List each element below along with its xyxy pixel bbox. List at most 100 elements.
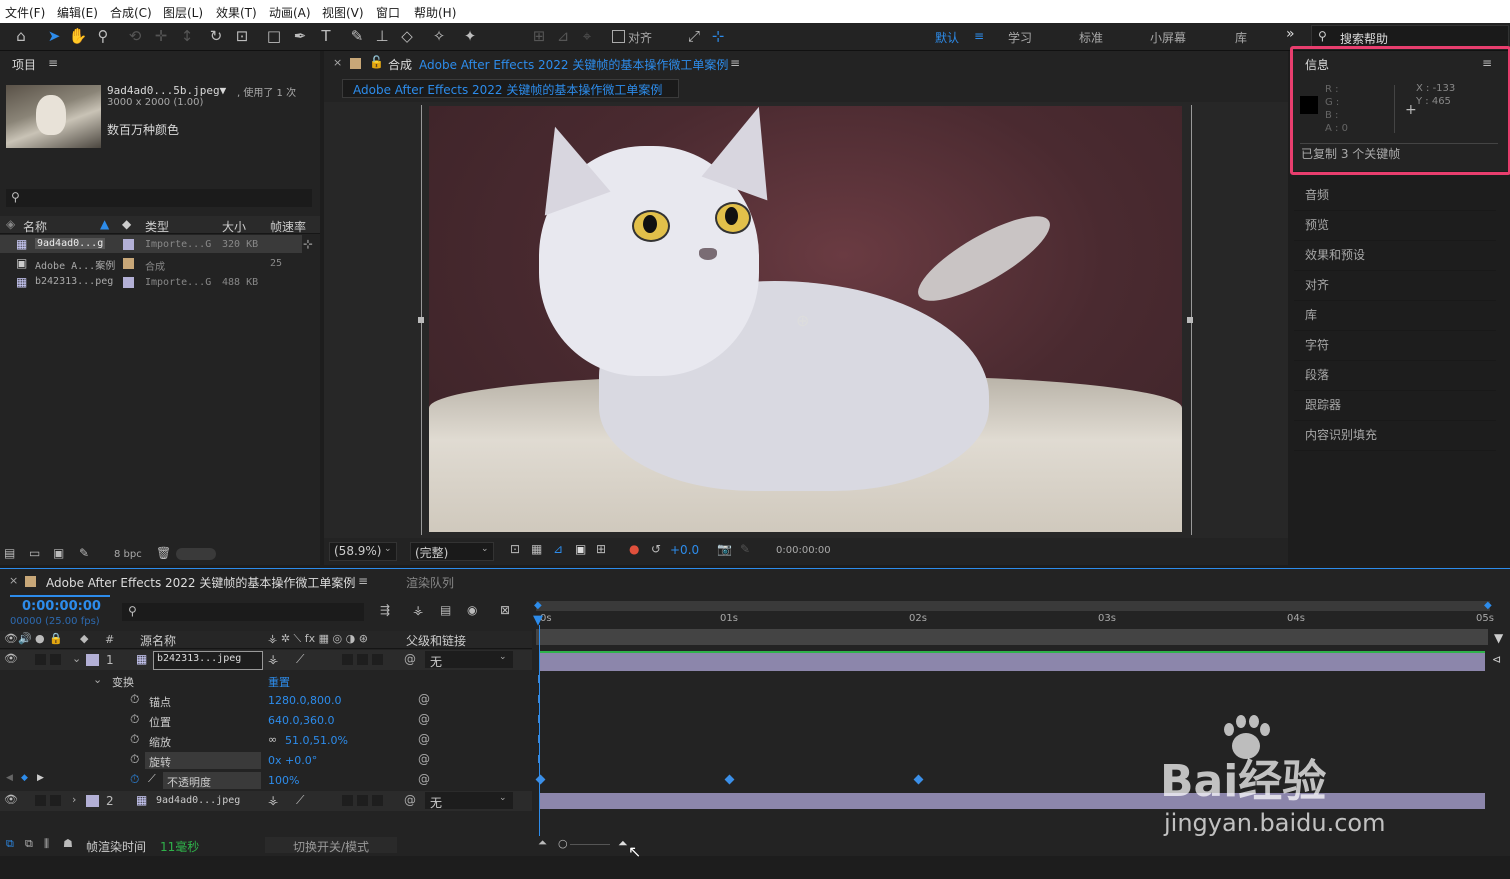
menu-file[interactable]: 文件(F) [5,4,45,21]
opacity-keyframe-2s[interactable] [913,774,924,785]
snapshot-icon[interactable]: 📷 [717,542,732,556]
comp-breadcrumb[interactable]: Adobe After Effects 2022 关键帧的基本操作微工单案例 [342,79,679,98]
prop-row-anchor[interactable]: ⏱ 锚点 1280.0,800.0 @ [0,691,532,711]
quality-switch-icon[interactable]: ⟋ [296,793,304,808]
menu-edit[interactable]: 编辑(E) [57,4,98,21]
project-file-name[interactable]: 9ad4ad0...5b.jpeg▼ [107,84,226,97]
shy-switch-icon[interactable]: ⚶ [268,652,278,666]
reset-exposure-icon[interactable]: ↺ [651,542,661,556]
clone-stamp-icon[interactable]: ⊥ [371,26,393,46]
parent-dropdown[interactable]: 无 ⌄ [425,792,513,810]
transparency-grid-icon[interactable]: ▦ [531,542,542,556]
work-area-end-handle[interactable]: ◆ [1484,600,1492,611]
render-time-icon[interactable]: ☗ [63,837,73,850]
panel-effects-presets[interactable]: 效果和预设 [1294,241,1496,271]
project-search-input[interactable]: ⚲ [6,189,312,207]
quality-switch-icon[interactable]: ⟋ [296,652,304,667]
type-tool-icon[interactable]: T [315,26,337,46]
anchor-point-icon[interactable]: ⊕ [796,311,809,330]
layer-1-duration-bar[interactable] [540,651,1485,671]
label-swatch[interactable] [123,277,134,288]
timeline-timecode[interactable]: 0:00:00:00 [22,599,101,614]
zoom-slider-track[interactable] [570,844,610,845]
selection-tool-icon[interactable]: ➤ [43,26,65,46]
frame-handle-right[interactable] [1187,317,1193,323]
switch-box[interactable] [342,795,353,806]
dolly-camera-icon[interactable]: ↕ [176,26,198,46]
home-icon[interactable]: ⌂ [10,26,32,46]
interpret-footage-icon[interactable]: ▤ [4,546,15,560]
prev-keyframe-icon[interactable]: ◀ [6,773,13,783]
timeline-tab-name[interactable]: Adobe After Effects 2022 关键帧的基本操作微工单案例 [46,574,355,591]
pickwhip-icon[interactable]: @ [404,793,416,807]
delete-icon[interactable]: 🗑 [156,546,171,560]
prop-value[interactable]: 0x +0.0° [268,754,317,767]
stopwatch-icon[interactable]: ⏱ [130,732,139,747]
lock-icon[interactable]: 🔓 [369,55,384,69]
expression-pickwhip-icon[interactable]: @ [418,772,430,786]
zoom-slider-handle[interactable]: ○ [558,837,568,850]
switch-box[interactable] [342,654,353,665]
layer-1-link-icon[interactable]: ⊲ [1492,653,1501,666]
layer-visibility-icon[interactable]: 👁 [4,652,18,665]
layer-row-1[interactable]: 👁 ⌄ 1 ▦ b242313...jpeg ⚶ ⟋ @ 无 ⌄ [0,650,532,670]
prop-row-opacity[interactable]: ◀ ◆ ▶ ⏱ ⟋ 不透明度 100% @ [0,771,532,791]
align-checkbox[interactable] [612,30,625,43]
resolution-dropdown[interactable]: (完整) ⌄ [410,542,494,561]
opacity-keyframe-1s[interactable] [724,774,735,785]
layer-name[interactable]: 9ad4ad0...jpeg [156,795,240,806]
collapse-chevron-icon[interactable]: › [72,793,76,806]
timeline-search-input[interactable]: ⚲ [122,603,364,621]
workspace-library[interactable]: 库 [1235,29,1247,46]
col-source-name[interactable]: 源名称 [140,632,176,649]
menu-layer[interactable]: 图层(L) [163,4,203,21]
zoom-tool-icon[interactable]: ⚲ [92,26,114,46]
menu-window[interactable]: 窗口 [376,4,400,21]
audio-switch-icon[interactable]: 🔊 [18,632,32,645]
prop-value[interactable]: 100% [268,774,299,787]
workspace-learn[interactable]: 学习 [1008,29,1032,46]
new-folder-icon[interactable]: ▭ [29,546,40,560]
viewer-timecode[interactable]: 0:00:00:00 [776,545,831,556]
workspace-menu-icon[interactable]: ≡ [974,29,984,43]
flowchart-icon[interactable]: ⊹ [303,237,313,251]
comp-menu-icon[interactable]: ≡ [730,56,740,70]
pan-camera-icon[interactable]: ✛ [150,26,172,46]
channel-icon[interactable]: ● [629,542,639,556]
panel-audio[interactable]: 音频 [1294,181,1496,211]
prop-row-position[interactable]: ⏱ 位置 640.0,360.0 @ [0,711,532,731]
layer-label-swatch[interactable] [86,795,99,807]
menu-effect[interactable]: 效果(T) [216,4,257,21]
orbit-camera-icon[interactable]: ⟲ [124,26,146,46]
menu-composition[interactable]: 合成(C) [110,4,152,21]
expression-pickwhip-icon[interactable]: @ [418,712,430,726]
comp-tab-name[interactable]: Adobe After Effects 2022 关键帧的基本操作微工单案例 [419,56,728,73]
transfer-controls-icon[interactable]: ⧉ [25,837,33,851]
draft-3d-icon[interactable]: ⚶ [413,603,423,617]
lock-toggle[interactable] [50,654,61,665]
label-column-icon[interactable]: ◆ [80,632,88,645]
expression-pickwhip-icon[interactable]: @ [418,692,430,706]
snapping-grid-icon[interactable]: ⊹ [707,26,729,46]
label-swatch[interactable] [123,239,134,250]
col-size[interactable]: 大小 [222,218,246,235]
prop-value[interactable]: 640.0,360.0 [268,714,334,727]
guides-icon[interactable]: ⊞ [596,542,606,556]
stopwatch-icon[interactable]: ⏱ [130,752,139,767]
layer-switches-icon[interactable]: ⧉ [6,837,14,851]
adjust-icon[interactable]: ✎ [79,546,89,560]
show-snapshot-icon[interactable]: ✎ [740,542,750,556]
switch-box[interactable] [372,654,383,665]
workspace-standard[interactable]: 标准 [1079,29,1103,46]
layer-row-2[interactable]: 👁 › 2 ▦ 9ad4ad0...jpeg ⚶ ⟋ @ 无 ⌄ [0,791,532,811]
layer-name-field[interactable]: b242313...jpeg [153,651,263,670]
switch-box[interactable] [372,795,383,806]
switch-box[interactable] [357,795,368,806]
solo-icon[interactable]: ● [35,632,45,645]
solo-toggle[interactable] [35,795,46,806]
work-area-bar[interactable] [536,601,1490,611]
zoom-dropdown[interactable]: (58.9%) ⌄ [329,542,397,561]
region-of-interest-icon[interactable]: ▣ [575,542,586,556]
panel-preview[interactable]: 预览 [1294,211,1496,241]
solo-toggle[interactable] [35,654,46,665]
